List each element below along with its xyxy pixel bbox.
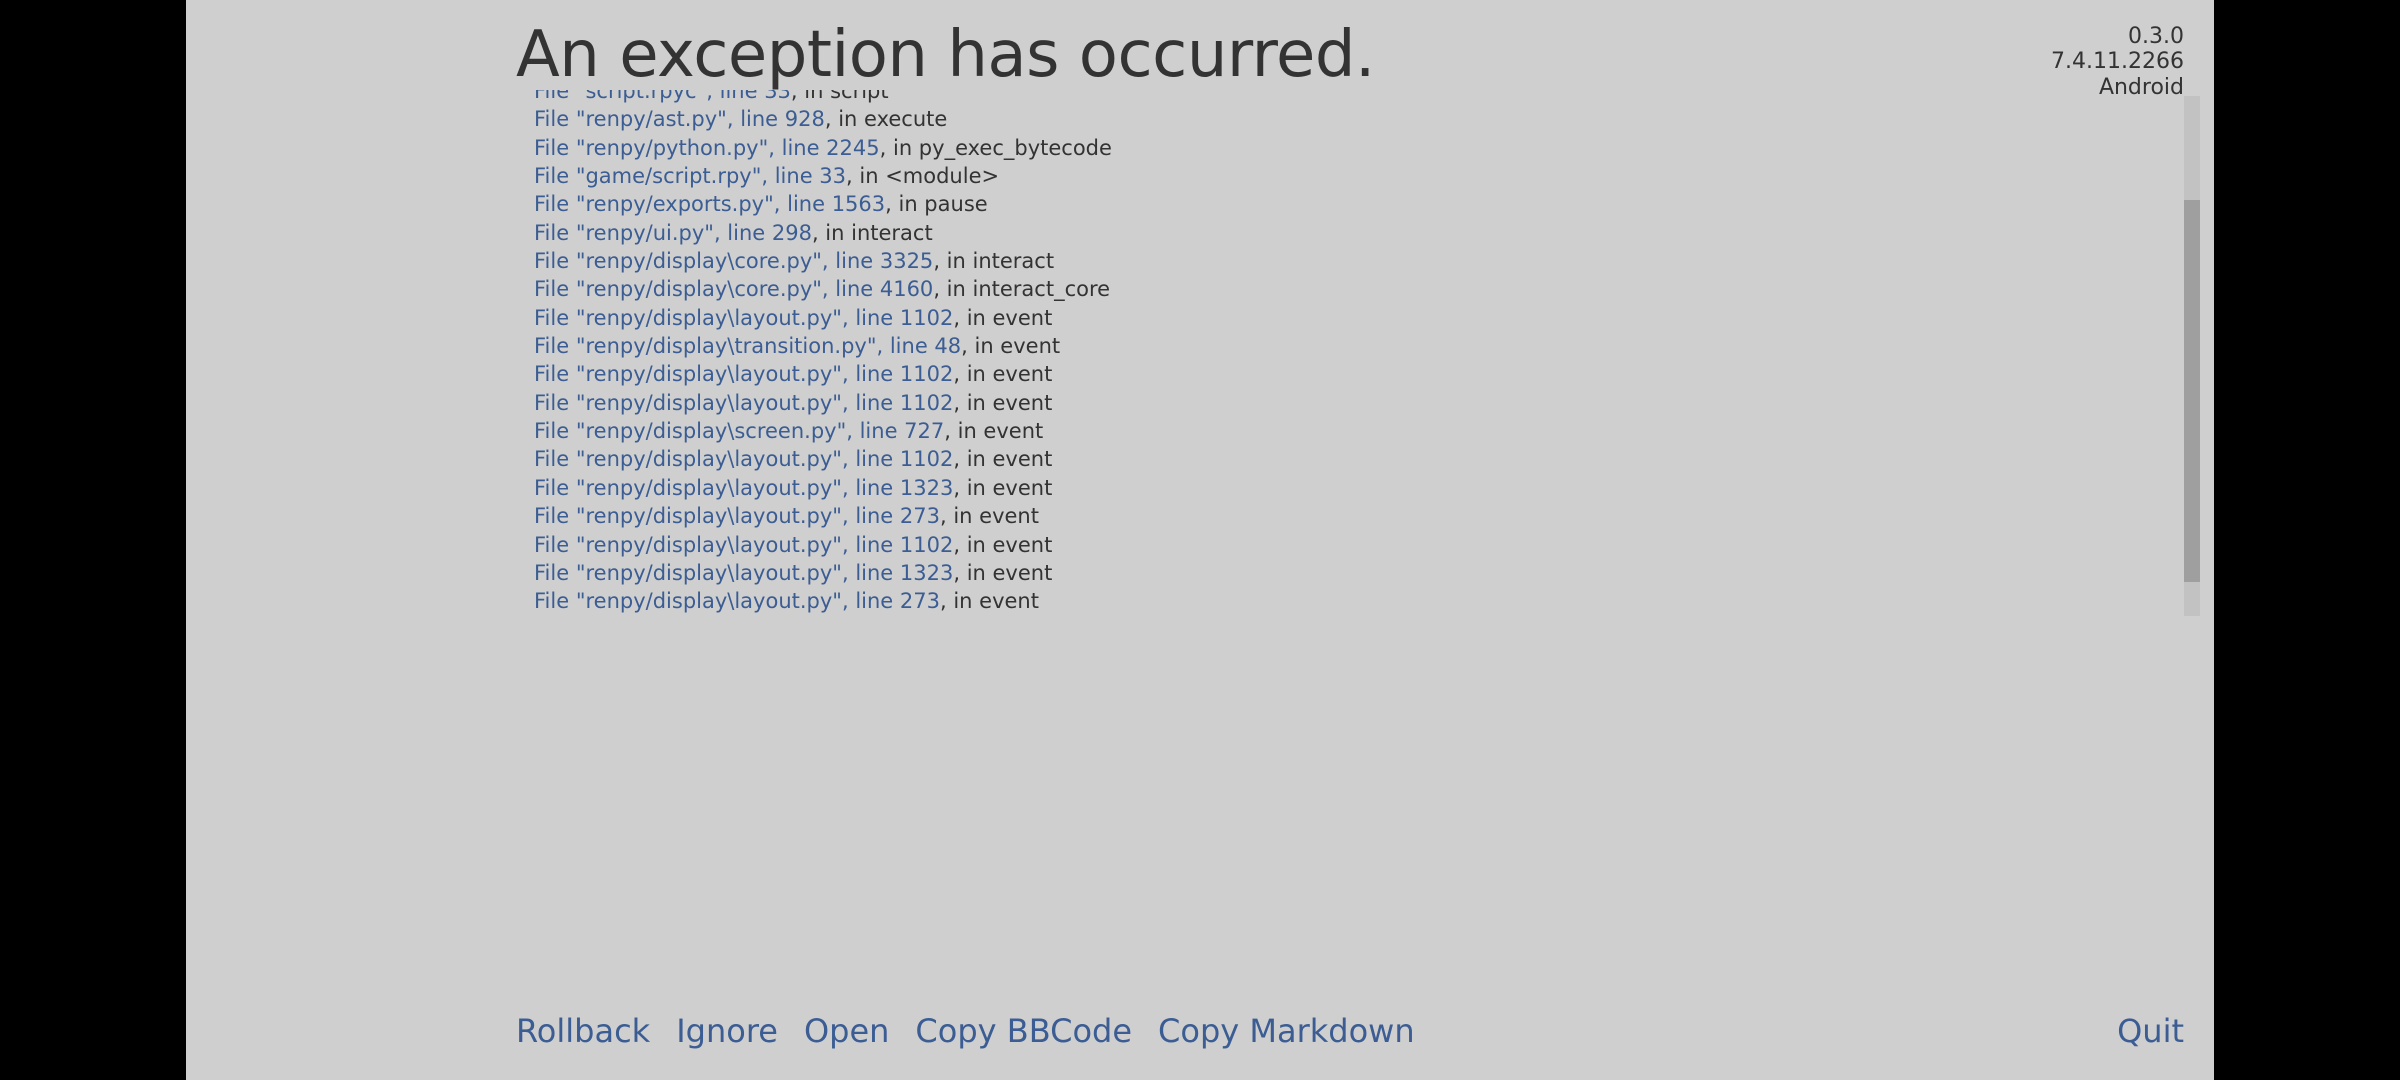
traceback-link[interactable]: File "renpy/ast.py", line 928 — [534, 107, 825, 131]
traceback-context: , in py_exec_bytecode — [880, 136, 1112, 160]
traceback-link[interactable]: File "renpy/ui.py", line 298 — [534, 221, 812, 245]
traceback-link[interactable]: File "renpy/display\layout.py", line 110… — [534, 391, 953, 415]
traceback-link[interactable]: File "renpy/display\layout.py", line 273 — [534, 589, 940, 613]
traceback-context: , in event — [944, 419, 1043, 443]
traceback-line: File "renpy/ui.py", line 298, in interac… — [516, 219, 1466, 247]
traceback-context: , in pause — [885, 192, 988, 216]
traceback-link[interactable]: File "renpy/display\core.py", line 4160 — [534, 277, 933, 301]
copy-markdown-button[interactable]: Copy Markdown — [1158, 1012, 1415, 1050]
traceback-link[interactable]: File "game/script.rpy", line 33 — [534, 164, 846, 188]
traceback-context: , in event — [940, 589, 1039, 613]
traceback-link[interactable]: File "renpy/display\layout.py", line 110… — [534, 533, 953, 557]
traceback-line: File "renpy/display\layout.py", line 132… — [516, 474, 1466, 502]
platform: Android — [2051, 75, 2184, 100]
traceback-link[interactable]: File "renpy/exports.py", line 1563 — [534, 192, 885, 216]
game-version: 0.3.0 — [2051, 24, 2184, 49]
traceback-context: , in event — [961, 334, 1060, 358]
traceback-context: , in execute — [825, 107, 947, 131]
traceback-link[interactable]: File "renpy/display\layout.py", line 110… — [534, 447, 953, 471]
error-screen: An exception has occurred. 0.3.0 7.4.11.… — [186, 0, 2214, 1080]
traceback-link[interactable]: File "renpy/display\layout.py", line 110… — [534, 618, 953, 620]
traceback-line: File "renpy/display\layout.py", line 273… — [516, 502, 1466, 530]
scrollbar-track-top — [2184, 96, 2200, 200]
traceback-line: File "renpy/display\layout.py", line 110… — [516, 360, 1466, 388]
traceback-line: File "renpy/display\layout.py", line 110… — [516, 389, 1466, 417]
traceback-line: File "renpy/display\layout.py", line 110… — [516, 616, 1466, 620]
traceback-context: , in interact — [812, 221, 933, 245]
traceback-line: File "renpy/exports.py", line 1563, in p… — [516, 190, 1466, 218]
traceback-link[interactable]: File "renpy/display\layout.py", line 110… — [534, 362, 953, 386]
traceback-context: , in script — [791, 90, 889, 103]
traceback-context: , in event — [940, 504, 1039, 528]
traceback-link[interactable]: File "renpy/display\transition.py", line… — [534, 334, 961, 358]
copy-bbcode-button[interactable]: Copy BBCode — [915, 1012, 1132, 1050]
traceback-link[interactable]: File "renpy/display\core.py", line 3325 — [534, 249, 933, 273]
traceback-line: File "renpy/display\transition.py", line… — [516, 332, 1466, 360]
traceback-line: File "renpy/display\layout.py", line 273… — [516, 587, 1466, 615]
traceback-line: File "renpy/display\layout.py", line 110… — [516, 531, 1466, 559]
traceback-context: , in event — [953, 306, 1052, 330]
traceback-line: File "renpy/display\layout.py", line 132… — [516, 559, 1466, 587]
traceback-context: , in event — [953, 362, 1052, 386]
traceback-link[interactable]: File "renpy/display\screen.py", line 727 — [534, 419, 944, 443]
traceback-line: File "game/script.rpy", line 33, in <mod… — [516, 162, 1466, 190]
traceback-link[interactable]: File "renpy/display\layout.py", line 110… — [534, 306, 953, 330]
open-button[interactable]: Open — [804, 1012, 889, 1050]
version-info: 0.3.0 7.4.11.2266 Android — [2051, 24, 2184, 100]
traceback-line: File "renpy/display\core.py", line 3325,… — [516, 247, 1466, 275]
traceback-line: File "renpy/python.py", line 2245, in py… — [516, 134, 1466, 162]
traceback-viewport[interactable]: File "script.rpyc", line 33, in scriptFi… — [516, 90, 1466, 620]
traceback-context: , in event — [953, 447, 1052, 471]
traceback-context: , in event — [953, 561, 1052, 585]
ignore-button[interactable]: Ignore — [676, 1012, 778, 1050]
traceback-link[interactable]: File "renpy/display\layout.py", line 132… — [534, 476, 953, 500]
traceback-context: , in event — [953, 618, 1052, 620]
traceback-context: , in <module> — [846, 164, 999, 188]
traceback-content: File "script.rpyc", line 33, in scriptFi… — [516, 90, 1466, 620]
page-title: An exception has occurred. — [516, 18, 1375, 92]
scrollbar[interactable] — [2184, 96, 2200, 616]
traceback-line: File "renpy/display\screen.py", line 727… — [516, 417, 1466, 445]
traceback-link[interactable]: File "renpy/display\layout.py", line 273 — [534, 504, 940, 528]
traceback-context: , in event — [953, 476, 1052, 500]
scrollbar-thumb[interactable] — [2184, 200, 2200, 582]
traceback-line: File "renpy/display\layout.py", line 110… — [516, 304, 1466, 332]
traceback-line: File "renpy/ast.py", line 928, in execut… — [516, 105, 1466, 133]
traceback-context: , in event — [953, 391, 1052, 415]
traceback-context: , in interact — [933, 249, 1054, 273]
quit-button[interactable]: Quit — [2117, 1012, 2184, 1050]
scrollbar-track-bottom — [2184, 582, 2200, 616]
rollback-button[interactable]: Rollback — [516, 1012, 650, 1050]
traceback-link[interactable]: File "renpy/python.py", line 2245 — [534, 136, 880, 160]
traceback-line: File "renpy/display\layout.py", line 110… — [516, 445, 1466, 473]
traceback-context: , in event — [953, 533, 1052, 557]
traceback-link[interactable]: File "script.rpyc", line 33 — [534, 90, 791, 103]
button-bar: Rollback Ignore Open Copy BBCode Copy Ma… — [516, 1012, 1415, 1050]
traceback-context: , in interact_core — [933, 277, 1110, 301]
traceback-line: File "script.rpyc", line 33, in script — [516, 90, 1466, 105]
traceback-link[interactable]: File "renpy/display\layout.py", line 132… — [534, 561, 953, 585]
traceback-line: File "renpy/display\core.py", line 4160,… — [516, 275, 1466, 303]
renpy-version: 7.4.11.2266 — [2051, 49, 2184, 74]
